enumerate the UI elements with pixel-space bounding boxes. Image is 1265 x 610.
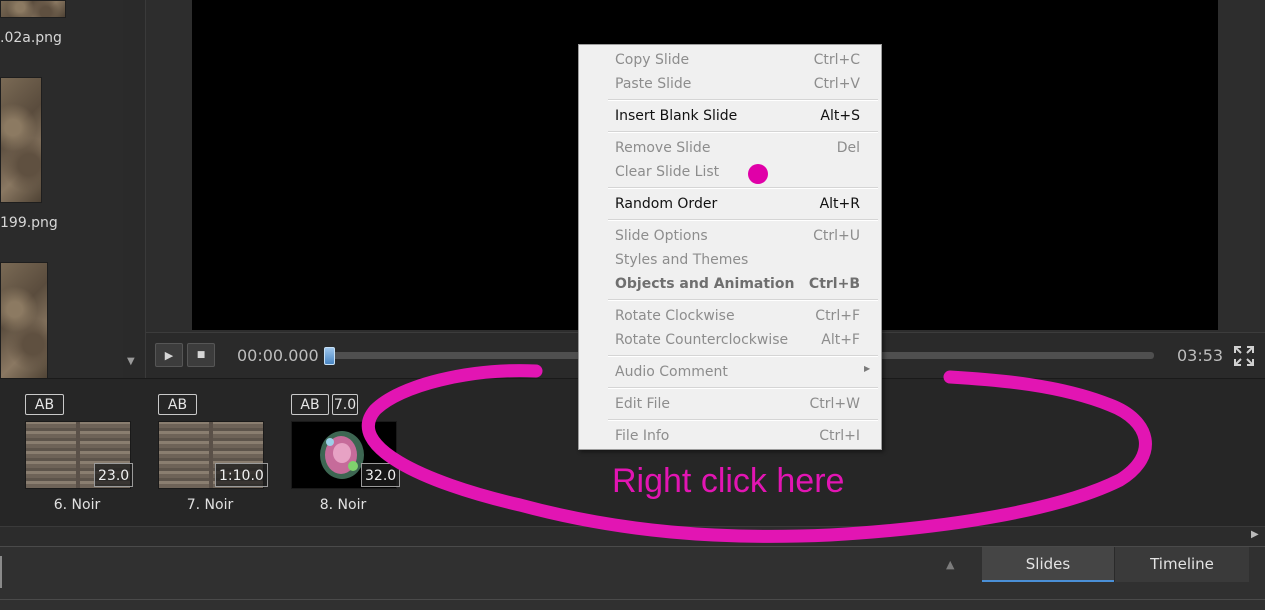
menu-separator — [608, 219, 878, 221]
scroll-down-icon[interactable]: ▼ — [127, 356, 135, 367]
menu-item-label: Audio Comment — [615, 364, 728, 380]
menu-separator — [608, 299, 878, 301]
file-panel-scrollbar[interactable] — [123, 0, 145, 378]
tab-slides[interactable]: Slides — [982, 547, 1114, 582]
menu-item-shortcut: Ctrl+I — [819, 428, 860, 444]
menu-item-label: Insert Blank Slide — [615, 108, 738, 124]
menu-item-label: Edit File — [615, 396, 670, 412]
menu-item-remove-slide[interactable]: Remove Slide Del — [579, 136, 881, 160]
play-icon: ▶ — [164, 348, 174, 362]
menu-item-shortcut: Alt+R — [819, 196, 860, 212]
menu-item-objects-and-animation[interactable]: Objects and Animation Ctrl+B — [579, 272, 881, 296]
menu-separator — [608, 387, 878, 389]
menu-separator — [608, 419, 878, 421]
file-thumbnail[interactable] — [0, 0, 66, 18]
menu-item-paste-slide[interactable]: Paste Slide Ctrl+V — [579, 72, 881, 96]
slide-duration: 23.0 — [94, 463, 134, 487]
menu-item-clear-slide-list[interactable]: Clear Slide List — [579, 160, 881, 184]
menu-item-label: File Info — [615, 428, 670, 444]
menu-item-copy-slide[interactable]: Copy Slide Ctrl+C — [579, 48, 881, 72]
annotation-text: Right click here — [612, 462, 845, 500]
file-name[interactable]: 199.png — [0, 215, 120, 231]
menu-item-label: Random Order — [615, 196, 718, 212]
menu-item-insert-blank-slide[interactable]: Insert Blank Slide Alt+S — [579, 104, 881, 128]
menu-item-label: Objects and Animation — [615, 276, 795, 292]
file-name[interactable]: .02a.png — [0, 30, 120, 46]
slide-list-scrollbar[interactable] — [0, 526, 1265, 547]
menu-item-label: Rotate Counterclockwise — [615, 332, 789, 348]
menu-item-shortcut: Ctrl+C — [813, 52, 860, 68]
transition-duration-badge[interactable]: 7.0 — [332, 394, 358, 415]
menu-item-label: Paste Slide — [615, 76, 692, 92]
menu-item-label: Styles and Themes — [615, 252, 749, 268]
slide-name: 7. Noir — [186, 497, 234, 513]
menu-item-shortcut: Alt+S — [820, 108, 860, 124]
divider — [0, 599, 1265, 600]
slide-name: 8. Noir — [319, 497, 367, 513]
menu-item-label: Remove Slide — [615, 140, 711, 156]
file-thumbnail[interactable] — [0, 77, 42, 203]
menu-item-slide-options[interactable]: Slide Options Ctrl+U — [579, 224, 881, 248]
menu-separator — [608, 187, 878, 189]
menu-item-audio-comment[interactable]: Audio Comment — [579, 360, 881, 384]
menu-item-shortcut: Ctrl+B — [808, 276, 860, 292]
transition-badge[interactable]: AB — [158, 394, 197, 415]
menu-item-label: Slide Options — [615, 228, 708, 244]
menu-item-shortcut: Ctrl+U — [813, 228, 860, 244]
stop-button[interactable]: ■ — [187, 343, 215, 367]
menu-item-shortcut: Del — [836, 140, 860, 156]
play-button[interactable]: ▶ — [155, 343, 183, 367]
slide-duration: 32.0 — [361, 463, 401, 487]
slide-duration: 1:10.0 — [215, 463, 268, 487]
panel-edge — [0, 556, 2, 588]
menu-item-shortcut: Ctrl+W — [809, 396, 860, 412]
total-time: 03:53 — [1177, 346, 1224, 365]
collapse-up-icon[interactable]: ▲ — [946, 558, 954, 571]
fullscreen-icon[interactable] — [1234, 346, 1254, 366]
menu-item-label: Clear Slide List — [615, 164, 720, 180]
annotation-dot — [748, 164, 768, 184]
menu-item-shortcut: Ctrl+V — [813, 76, 860, 92]
seek-handle[interactable] — [324, 347, 335, 365]
menu-item-shortcut: Alt+F — [821, 332, 860, 348]
menu-item-rotate-counterclockwise[interactable]: Rotate Counterclockwise Alt+F — [579, 328, 881, 352]
menu-item-file-info[interactable]: File Info Ctrl+I — [579, 424, 881, 448]
menu-item-rotate-clockwise[interactable]: Rotate Clockwise Ctrl+F — [579, 304, 881, 328]
transition-badge[interactable]: AB — [25, 394, 64, 415]
menu-item-styles-and-themes[interactable]: Styles and Themes — [579, 248, 881, 272]
menu-separator — [608, 99, 878, 101]
menu-item-label: Copy Slide — [615, 52, 690, 68]
menu-separator — [608, 131, 878, 133]
stop-icon: ■ — [196, 350, 206, 360]
tab-timeline[interactable]: Timeline — [1114, 547, 1249, 582]
slide-name: 6. Noir — [53, 497, 101, 513]
menu-item-label: Rotate Clockwise — [615, 308, 735, 324]
current-time: 00:00.000 — [237, 346, 319, 365]
submenu-arrow-icon: ▶ — [864, 364, 871, 373]
file-thumbnail[interactable] — [0, 262, 48, 380]
menu-item-random-order[interactable]: Random Order Alt+R — [579, 192, 881, 216]
scroll-right-icon[interactable]: ▶ — [1251, 529, 1259, 540]
menu-item-shortcut: Ctrl+F — [815, 308, 860, 324]
menu-item-edit-file[interactable]: Edit File Ctrl+W — [579, 392, 881, 416]
menu-separator — [608, 355, 878, 357]
transition-badge[interactable]: AB — [291, 394, 329, 415]
